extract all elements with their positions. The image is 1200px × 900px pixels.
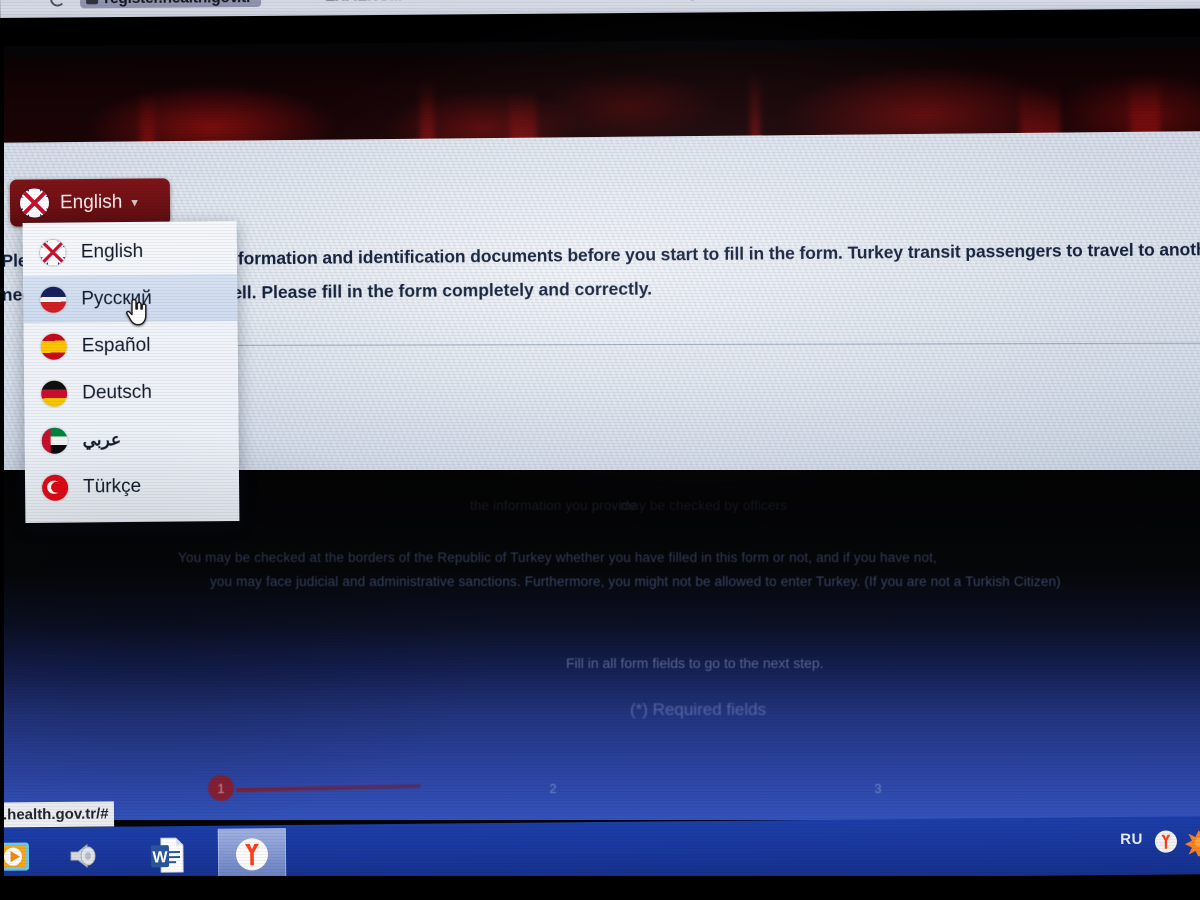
flag-russia-icon — [40, 286, 67, 313]
warning-paragraph-line-2: you may face judicial and administrative… — [210, 574, 1061, 589]
monitor-bezel-bottom — [0, 876, 1200, 900]
stepper-step-2[interactable]: 2 — [540, 775, 566, 801]
language-option-arabic[interactable]: عربي — [24, 415, 238, 464]
form-stepper: 1 2 3 — [200, 775, 960, 815]
browser-tab-secondary[interactable]: EXP.ENG... — [325, 0, 402, 4]
status-bar-url: r.health.gov.tr/# — [0, 805, 109, 824]
browser-status-bar: r.health.gov.tr/# — [0, 801, 115, 828]
word-icon: W — [150, 837, 184, 873]
language-selector-label: English — [59, 191, 123, 213]
language-option-spanish[interactable]: Español — [24, 321, 238, 370]
tray-avast-icon[interactable] — [1184, 828, 1200, 861]
taskbar-item-media-player[interactable] — [0, 833, 36, 879]
language-option-label: Deutsch — [82, 381, 152, 403]
browser-toolbar-glyphs: y g — [690, 0, 815, 2]
content-divider — [232, 342, 1200, 346]
flag-spain-icon — [40, 333, 67, 360]
photographed-screen: register.health.gov.tr EXP.ENG... y g Pl… — [0, 0, 1200, 900]
next-step-hint: Fill in all form fields to go to the nex… — [566, 655, 824, 671]
language-option-turkish[interactable]: Türkçe — [25, 462, 239, 511]
chevron-down-icon: ▾ — [131, 194, 138, 210]
stepper-progress-bar — [235, 783, 422, 793]
flag-uk-icon — [19, 188, 50, 218]
stepper-step-3[interactable]: 3 — [865, 775, 891, 801]
address-bar[interactable]: register.health.gov.tr — [79, 0, 261, 9]
required-fields-note: (*) Required fields — [630, 700, 767, 719]
taskbar-item-volume[interactable] — [62, 833, 108, 879]
taskbar-item-yandex-browser[interactable] — [217, 828, 287, 881]
flag-turkey-icon — [41, 474, 69, 501]
stepper-step-1[interactable]: 1 — [208, 775, 234, 801]
faint-note-a: the information you provide — [470, 498, 637, 513]
site-favicon-icon — [86, 0, 99, 5]
language-option-label: عربي — [82, 429, 122, 449]
svg-text:W: W — [152, 849, 168, 866]
address-bar-text: register.health.gov.tr — [104, 0, 252, 8]
taskbar-item-microsoft-word[interactable]: W — [145, 832, 191, 878]
flag-uk-icon — [39, 239, 66, 266]
language-option-label: English — [80, 240, 144, 262]
avast-icon — [1184, 830, 1200, 859]
pointing-hand-cursor — [126, 298, 147, 326]
faint-note-b: may be checked by officers — [620, 498, 788, 513]
language-option-label: Türkçe — [82, 475, 142, 497]
language-option-english[interactable]: English — [23, 227, 237, 276]
tray-language-indicator[interactable]: RU — [1120, 831, 1143, 848]
language-selector-button[interactable]: English ▾ — [9, 178, 171, 227]
language-dropdown-menu[interactable]: English Русский Español Deutsch عربي Tür… — [22, 220, 240, 524]
language-option-label: Español — [81, 334, 151, 356]
speaker-icon — [70, 843, 96, 868]
monitor-bezel-left — [0, 40, 4, 900]
reload-icon[interactable] — [50, 0, 66, 7]
flag-germany-icon — [41, 380, 68, 407]
language-option-german[interactable]: Deutsch — [24, 368, 238, 417]
yandex-icon — [1154, 830, 1177, 853]
play-icon — [0, 842, 30, 871]
page-lower-content: the information you provide may be check… — [0, 470, 1200, 820]
flag-uae-icon — [41, 427, 68, 454]
tray-yandex-icon[interactable] — [1153, 828, 1179, 859]
yandex-icon — [236, 838, 269, 871]
warning-paragraph-line-1: You may be checked at the borders of the… — [178, 550, 937, 565]
